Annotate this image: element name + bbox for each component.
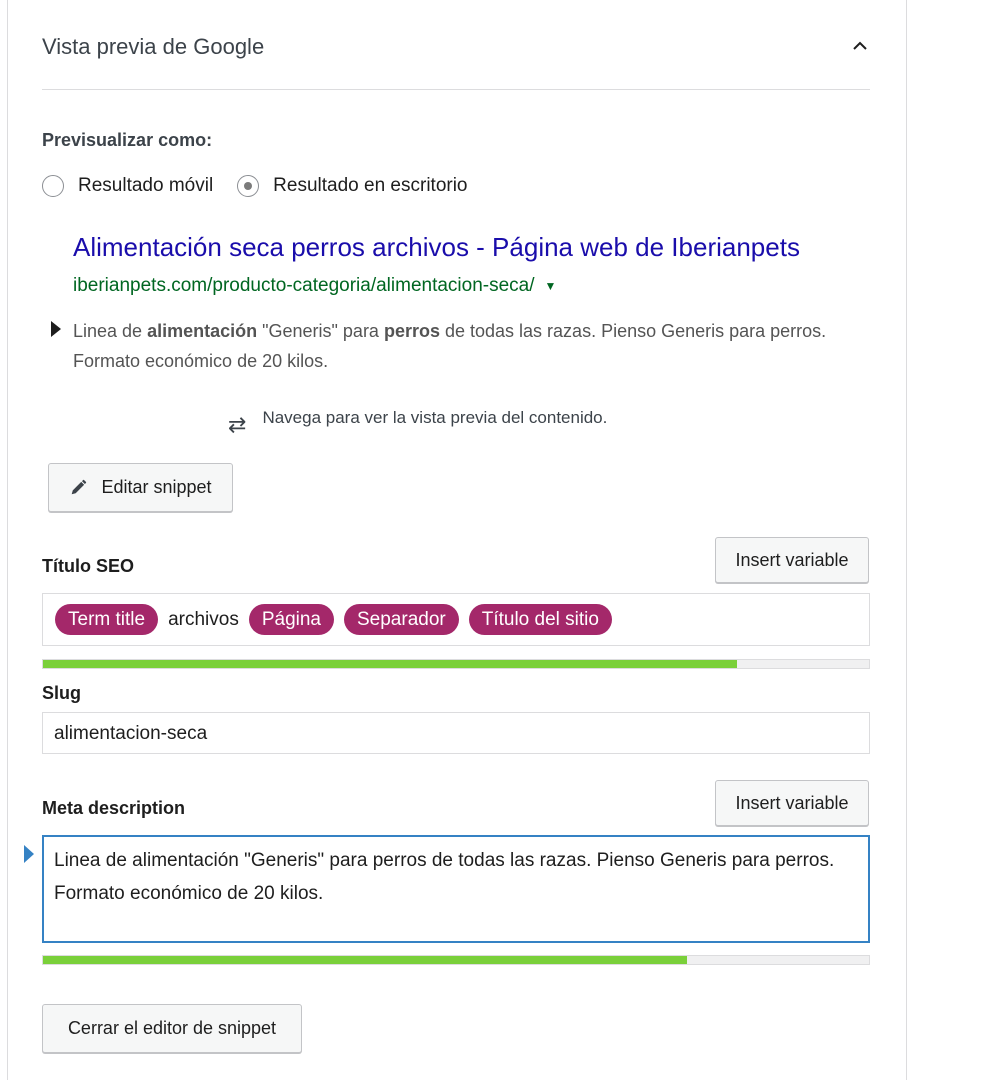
radio-mobile[interactable] [42,175,64,197]
slug-input[interactable]: alimentacion-seca [42,712,870,754]
radio-desktop-label: Resultado en escritorio [273,175,468,196]
title-text-token: archivos [168,608,239,630]
variable-pill[interactable]: Página [248,604,334,635]
caret-down-icon: ▼ [544,279,557,293]
swap-arrows-icon: ⇄ [228,412,247,437]
meta-description-progress-fill [43,956,688,964]
meta-description-input[interactable]: Linea de alimentación "Generis" para per… [42,835,870,943]
serp-title[interactable]: Alimentación seca perros archivos - Pági… [73,230,870,264]
preview-as-label: Previsualizar como: [42,130,213,150]
variable-pill[interactable]: Term title [55,604,159,635]
serp-url[interactable]: iberianpets.com/producto-categoria/alime… [73,274,556,298]
insert-variable-button-meta[interactable]: Insert variable [715,780,869,826]
desc-bold2: perros [383,321,440,341]
meta-description-progress [42,955,870,965]
panel-title: Vista previa de Google [42,34,265,59]
pencil-icon [72,479,87,494]
seo-title-progress-fill [43,660,737,668]
radio-mobile-result[interactable]: Resultado móvil [42,175,213,197]
chevron-up-icon[interactable] [850,36,870,56]
desc-part3: de todas las razas. Pienso Generis para … [439,321,827,341]
desc-bold1: alimentación [147,321,258,341]
desc-part2: "Generis" para [257,321,384,341]
insert-variable-button-title[interactable]: Insert variable [715,537,869,583]
edit-snippet-button[interactable]: Editar snippet [48,463,233,512]
radio-mobile-label: Resultado móvil [78,175,214,196]
desc-part1: Linea de [73,321,148,341]
radio-desktop-result[interactable]: Resultado en escritorio [237,175,468,197]
variable-pill[interactable]: Separador [344,604,459,635]
radio-desktop[interactable] [237,175,260,197]
edit-snippet-label: Editar snippet [101,477,212,497]
seo-title-label: Título SEO [42,556,134,576]
variable-pill[interactable]: Título del sitio [468,604,612,635]
slug-label: Slug [42,683,81,703]
navigate-hint: ⇄ Navega para ver la vista previa del co… [228,400,607,436]
play-marker-icon [24,845,34,863]
seo-title-input[interactable]: Term title archivos Página Separador Título … [42,593,870,646]
close-snippet-editor-button[interactable]: Cerrar el editor de snippet [42,1004,302,1053]
navigate-hint-text: Navega para ver la vista previa del cont… [262,408,608,427]
serp-url-text: iberianpets.com/producto-categoria/alime… [73,275,535,297]
preview-mode-radios: Resultado móvil Resultado en escritorio [42,174,492,198]
desc-line2: Formato económico de 20 kilos. [73,351,329,371]
play-marker-icon [51,321,61,337]
serp-description: Linea de alimentación "Generis" para per… [73,316,870,376]
seo-title-progress [42,659,870,669]
meta-description-label: Meta description [42,798,186,818]
panel-header[interactable]: Vista previa de Google [42,30,870,90]
